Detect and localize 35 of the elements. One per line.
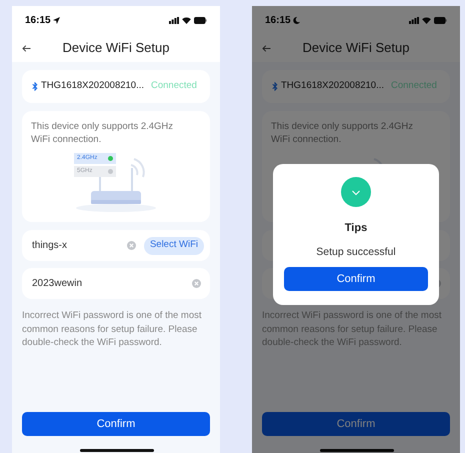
page-title: Device WiFi Setup — [302, 39, 410, 58]
connection-status: Connected — [391, 79, 437, 94]
status-time: 16:15 — [25, 14, 51, 28]
select-wifi-button[interactable]: Select WiFi — [144, 236, 204, 254]
back-arrow-icon — [262, 44, 271, 52]
back-button[interactable] — [262, 43, 272, 53]
confirm-button[interactable]: Confirm — [22, 412, 210, 436]
wifi-icon — [182, 16, 191, 24]
device-name: THG1618X202008210... — [281, 79, 384, 94]
back-button[interactable] — [22, 43, 32, 53]
status-time: 16:15 — [265, 14, 291, 28]
dialog-confirm-button[interactable]: Confirm — [284, 267, 428, 292]
device-name: THG1618X202008210... — [41, 79, 144, 94]
wifi-name-field[interactable]: things-x Select WiFi — [22, 230, 210, 261]
hint-text: Incorrect WiFi password is one of the most common reasons for setup failure. Please double-check the WiFi password. — [262, 309, 443, 350]
signal-icon — [409, 16, 419, 24]
dialog-title: Tips — [344, 221, 368, 236]
confirm-button[interactable]: Confirm — [262, 412, 450, 436]
back-arrow-icon — [22, 44, 31, 52]
battery-icon — [194, 16, 207, 24]
notice-text: This device only supports 2.4GHz WiFi connection. — [271, 120, 414, 146]
check-circle-icon — [341, 177, 371, 207]
page-title: Device WiFi Setup — [62, 39, 170, 58]
signal-icon — [169, 16, 179, 24]
battery-icon — [434, 16, 447, 24]
connection-status: Connected — [151, 79, 197, 94]
moon-icon — [292, 16, 300, 24]
dialog-message: Setup successful — [316, 244, 396, 260]
location-arrow-icon — [52, 16, 60, 24]
bluetooth-icon — [272, 82, 278, 91]
hint-text: Incorrect WiFi password is one of the most common reasons for setup failure. Please double-check the WiFi password. — [22, 309, 203, 350]
password-field[interactable]: 2023wewin — [22, 268, 210, 299]
bluetooth-icon — [32, 82, 38, 91]
notice-text: This device only supports 2.4GHz WiFi connection. — [31, 120, 174, 146]
wifi-icon — [422, 16, 431, 24]
